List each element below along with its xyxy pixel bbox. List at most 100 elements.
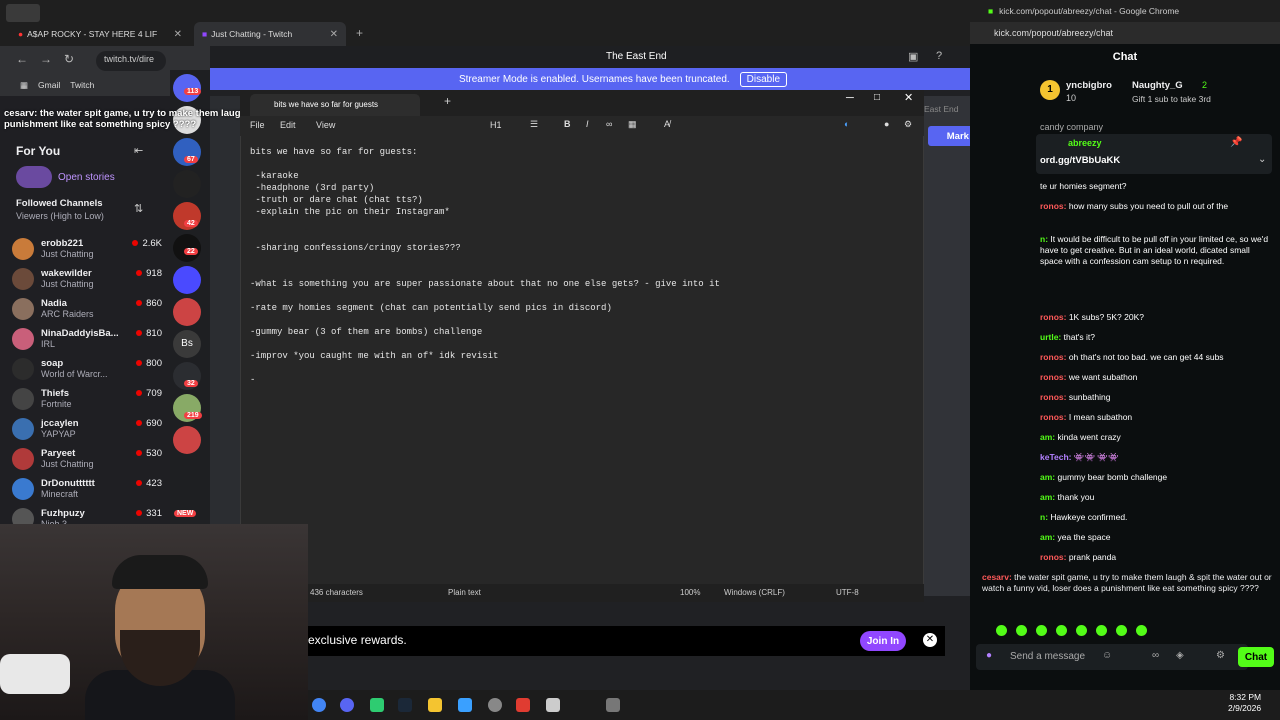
message-user[interactable]: ronos: [1040, 412, 1066, 422]
bold-icon[interactable]: B [564, 119, 571, 129]
emote-picker-icon[interactable]: ☺ [1102, 650, 1112, 661]
sidebar-channel[interactable]: Nadia ARC Raiders 860 [12, 294, 162, 324]
message-user[interactable]: keTech: [1040, 452, 1072, 462]
menu-file[interactable]: File [250, 120, 265, 130]
close-icon[interactable]: ✕ [330, 29, 338, 40]
back-icon[interactable]: ← [16, 52, 28, 66]
steam-taskbar-icon[interactable] [398, 698, 412, 712]
obs-taskbar-icon[interactable] [488, 698, 502, 712]
message-user[interactable]: am: [1040, 432, 1055, 442]
link-icon[interactable]: ∞ [1152, 650, 1159, 661]
copilot-icon[interactable]: ◐ [844, 119, 849, 129]
discord-taskbar-icon[interactable] [340, 698, 354, 712]
search-input[interactable]: East End [924, 104, 959, 114]
message-user[interactable]: n: [1040, 234, 1048, 244]
stories-avatars[interactable] [16, 166, 52, 188]
disable-button[interactable]: Disable [739, 71, 788, 87]
message-user[interactable]: cesarv: [982, 572, 1012, 582]
message-user[interactable]: ronos: [1040, 372, 1066, 382]
message-user[interactable]: ronos: [1040, 201, 1066, 211]
sidebar-channel[interactable]: wakewilder Just Chatting 918 [12, 264, 162, 294]
channel-info: Thiefs Fortnite [41, 388, 72, 410]
close-icon[interactable]: ✕ [923, 633, 937, 647]
inbox-icon[interactable]: ▣ [908, 50, 918, 63]
settings-icon[interactable]: ⚙ [904, 119, 912, 130]
tab-twitch[interactable]: ■ Just Chatting - Twitch ✕ [194, 22, 346, 46]
notepad-text-area[interactable]: bits we have so far for guests: -karaoke… [250, 146, 910, 576]
server-icon[interactable] [173, 266, 201, 294]
maximize-icon[interactable]: □ [874, 92, 880, 103]
send-message-input[interactable]: ● Send a message ☺ ∞ ◈ ⚙ [976, 644, 1248, 670]
app-taskbar-icon[interactable] [370, 698, 384, 712]
sidebar-channel[interactable]: soap World of Warcr... 800 [12, 354, 162, 384]
promo-text: exclusive rewards. [308, 633, 407, 647]
join-in-button[interactable]: Join In [860, 631, 906, 651]
message-user[interactable]: am: [1040, 492, 1055, 502]
sidebar-channel[interactable]: NinaDaddyisBa... IRL 810 [12, 324, 162, 354]
notepad-tab[interactable]: bits we have so far for guests [250, 94, 420, 116]
sidebar-channel[interactable]: Paryeet Just Chatting 530 [12, 444, 162, 474]
menu-view[interactable]: View [316, 120, 335, 130]
pinned-link[interactable]: ord.gg/tVBbUaKK [1040, 155, 1120, 166]
link-icon[interactable]: ∞ [606, 119, 612, 129]
profile-icon[interactable]: ● [884, 119, 889, 129]
app-taskbar-icon-2[interactable] [516, 698, 530, 712]
apps-icon[interactable]: ▦ [20, 80, 28, 91]
app-taskbar-icon-3[interactable] [546, 698, 560, 712]
minimize-icon[interactable]: ─ [846, 92, 854, 104]
channel-name: Paryeet [41, 448, 76, 459]
table-icon[interactable]: ▦ [628, 119, 637, 130]
message-user[interactable]: n: [1040, 512, 1048, 522]
chat-send-button[interactable]: Chat [1238, 647, 1274, 667]
sort-icon[interactable]: ⇅ [134, 202, 143, 215]
sidebar-channel[interactable]: DrDonutttttt Minecraft 423 [12, 474, 162, 504]
new-tab-button[interactable]: + [356, 26, 363, 40]
heading-dropdown[interactable]: H1 [490, 120, 502, 130]
url-input[interactable]: twitch.tv/dire [96, 51, 166, 71]
forward-icon[interactable]: → [40, 52, 52, 66]
sidebar-channel[interactable]: erobb221 Just Chatting 2.6K [12, 234, 162, 264]
bookmark-gmail[interactable]: Gmail [38, 80, 60, 90]
server-icon[interactable] [173, 426, 201, 454]
message-user[interactable]: ronos: [1040, 552, 1066, 562]
message-user[interactable]: ronos: [1040, 352, 1066, 362]
message-user[interactable]: urtle: [1040, 332, 1061, 342]
chrome-taskbar-icon[interactable] [312, 698, 326, 712]
message-user[interactable]: am: [1040, 532, 1055, 542]
bookmark-twitch[interactable]: Twitch [70, 80, 94, 90]
open-stories-link[interactable]: Open stories [58, 172, 115, 183]
settings-icon[interactable]: ⚙ [1216, 650, 1225, 661]
sidebar-channel[interactable]: jccaylen YAPYAP 690 [12, 414, 162, 444]
collapse-icon[interactable]: ⇤ [134, 144, 143, 157]
channel-name: erobb221 [41, 238, 84, 249]
server-icon[interactable] [173, 298, 201, 326]
gift-sub-text[interactable]: Gift 1 sub to take 3rd [1132, 94, 1211, 104]
close-icon[interactable]: ✕ [904, 91, 913, 104]
new-tab-button[interactable]: + [444, 94, 451, 108]
folder-taskbar-icon[interactable] [428, 698, 442, 712]
list-icon[interactable]: ☰ [530, 119, 538, 130]
tab-asap[interactable]: ● A$AP ROCKY - STAY HERE 4 LIF ✕ [10, 22, 190, 46]
mic-icon[interactable]: ● [986, 650, 992, 661]
clock-date: 2/9/2026 [1228, 703, 1262, 713]
close-icon[interactable]: ✕ [174, 29, 182, 40]
sidebar-channel[interactable]: Thiefs Fortnite 709 [12, 384, 162, 414]
server-icon[interactable]: Bs [173, 330, 201, 358]
system-clock[interactable]: 8:32 PM 2/9/2026 [1228, 692, 1261, 714]
server-icon[interactable] [173, 170, 201, 198]
app-taskbar-icon-4[interactable] [606, 698, 620, 712]
menu-edit[interactable]: Edit [280, 120, 296, 130]
streamer-mode-text: Streamer Mode is enabled. Usernames have… [458, 73, 730, 85]
kick-url-bar[interactable]: kick.com/popout/abreezy/chat [970, 22, 1280, 44]
message-user[interactable]: am: [1040, 472, 1055, 482]
message-user[interactable]: ronos: [1040, 312, 1066, 322]
clear-format-icon[interactable]: A̸ [664, 119, 670, 129]
chevron-down-icon[interactable]: ⌄ [1258, 154, 1266, 165]
italic-icon[interactable]: I [586, 119, 589, 129]
rewards-icon[interactable]: ◈ [1176, 650, 1184, 661]
reload-icon[interactable]: ↻ [64, 52, 74, 66]
message-user[interactable]: ronos: [1040, 392, 1066, 402]
help-icon[interactable]: ? [936, 50, 942, 62]
notepad-taskbar-icon[interactable] [458, 698, 472, 712]
channel-game: ARC Raiders [41, 309, 94, 319]
